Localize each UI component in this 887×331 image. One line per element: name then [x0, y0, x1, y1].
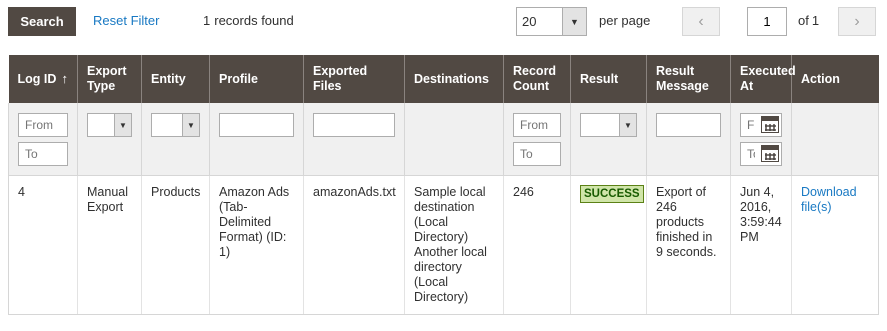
total-pages: 1 — [811, 13, 820, 28]
reset-filter-link[interactable]: Reset Filter — [93, 13, 159, 28]
col-entity[interactable]: Entity — [141, 55, 210, 103]
cell-result: SUCCESS — [570, 175, 647, 315]
per-page-label: per page — [599, 13, 651, 28]
log-id-from-input[interactable] — [18, 113, 68, 137]
chevron-right-icon: › — [854, 12, 860, 30]
log-id-to-input[interactable] — [18, 142, 68, 166]
export-log-grid: ↑ Log ID Export Type Entity Profile Expor… — [8, 55, 879, 315]
filter-row: ▼ ▼ ▼ — [8, 103, 879, 176]
search-button[interactable]: Search — [8, 7, 76, 36]
col-record-count[interactable]: Record Count — [503, 55, 571, 103]
cell-destinations: Sample local destination (Local Director… — [404, 175, 504, 315]
col-executed-at[interactable]: Executed At — [730, 55, 796, 103]
calendar-icon[interactable] — [761, 145, 779, 162]
cell-action: Download file(s) — [791, 175, 879, 315]
sort-arrow-up-icon: ↑ — [61, 70, 69, 86]
col-export-type[interactable]: Export Type — [77, 55, 142, 103]
per-page-value: 20 — [522, 14, 537, 29]
executed-to-wrap — [740, 142, 782, 166]
cell-result-message: Export of 246 products finished in 9 sec… — [646, 175, 731, 315]
records-count: 1 — [203, 13, 211, 28]
col-result-message[interactable]: Result Message — [646, 55, 731, 103]
cell-executed-at: Jun 4, 2016, 3:59:44 PM — [730, 175, 792, 315]
result-select[interactable]: ▼ — [580, 113, 637, 137]
filter-entity: ▼ — [141, 103, 210, 176]
chevron-down-icon: ▼ — [114, 114, 131, 136]
destination-item: Sample local destination (Local Director… — [414, 185, 486, 244]
chevron-down-icon: ▼ — [182, 114, 199, 136]
cell-entity: Products — [141, 175, 210, 315]
col-result[interactable]: Result — [570, 55, 647, 103]
grid-toolbar: Search Reset Filter 1 records found 20 ▼ … — [0, 0, 887, 44]
col-exported-files[interactable]: Exported Files — [303, 55, 405, 103]
result-message-filter-input[interactable] — [656, 113, 721, 137]
filter-destinations — [404, 103, 504, 176]
filter-exported-files — [303, 103, 405, 176]
page-total: of 1 — [798, 13, 822, 28]
col-profile[interactable]: Profile — [209, 55, 304, 103]
entity-select[interactable]: ▼ — [151, 113, 200, 137]
download-files-link[interactable]: Download file(s) — [801, 185, 857, 214]
calendar-icon[interactable] — [761, 116, 779, 133]
filter-result-message — [646, 103, 731, 176]
record-count-to-input[interactable] — [513, 142, 561, 166]
records-found: 1 records found — [203, 13, 298, 28]
filter-action — [791, 103, 879, 176]
cell-record-count: 246 — [503, 175, 571, 315]
next-page-button[interactable]: › — [838, 7, 876, 36]
profile-filter-input[interactable] — [219, 113, 294, 137]
cell-exported-files: amazonAds.txt — [303, 175, 405, 315]
per-page-select[interactable]: 20 ▼ — [516, 7, 587, 36]
records-label: records found — [214, 13, 294, 28]
filter-export-type: ▼ — [77, 103, 142, 176]
cell-log-id: 4 — [8, 175, 78, 315]
col-log-id[interactable]: ↑ Log ID — [8, 55, 78, 103]
chevron-down-icon: ▼ — [619, 114, 636, 136]
prev-page-button[interactable]: ‹ — [682, 7, 720, 36]
filter-record-count — [503, 103, 571, 176]
current-page-input[interactable] — [747, 7, 787, 36]
status-badge: SUCCESS — [580, 185, 644, 203]
header-row: ↑ Log ID Export Type Entity Profile Expor… — [8, 55, 879, 103]
filter-profile — [209, 103, 304, 176]
filter-result: ▼ — [570, 103, 647, 176]
destination-item: Another local directory (Local Directory… — [414, 245, 487, 304]
export-type-select[interactable]: ▼ — [87, 113, 132, 137]
record-count-from-input[interactable] — [513, 113, 561, 137]
chevron-left-icon: ‹ — [698, 12, 704, 30]
table-row: 4 Manual Export Products Amazon Ads (Tab… — [8, 175, 879, 315]
cell-profile: Amazon Ads (Tab-Delimited Format) (ID: 1… — [209, 175, 304, 315]
filter-log-id — [8, 103, 78, 176]
of-label: of — [798, 13, 809, 28]
col-action: Action — [791, 55, 879, 103]
exported-files-filter-input[interactable] — [313, 113, 395, 137]
chevron-down-icon[interactable]: ▼ — [562, 8, 586, 35]
executed-from-wrap — [740, 113, 782, 137]
col-destinations[interactable]: Destinations — [404, 55, 504, 103]
cell-export-type: Manual Export — [77, 175, 142, 315]
filter-executed-at — [730, 103, 792, 176]
